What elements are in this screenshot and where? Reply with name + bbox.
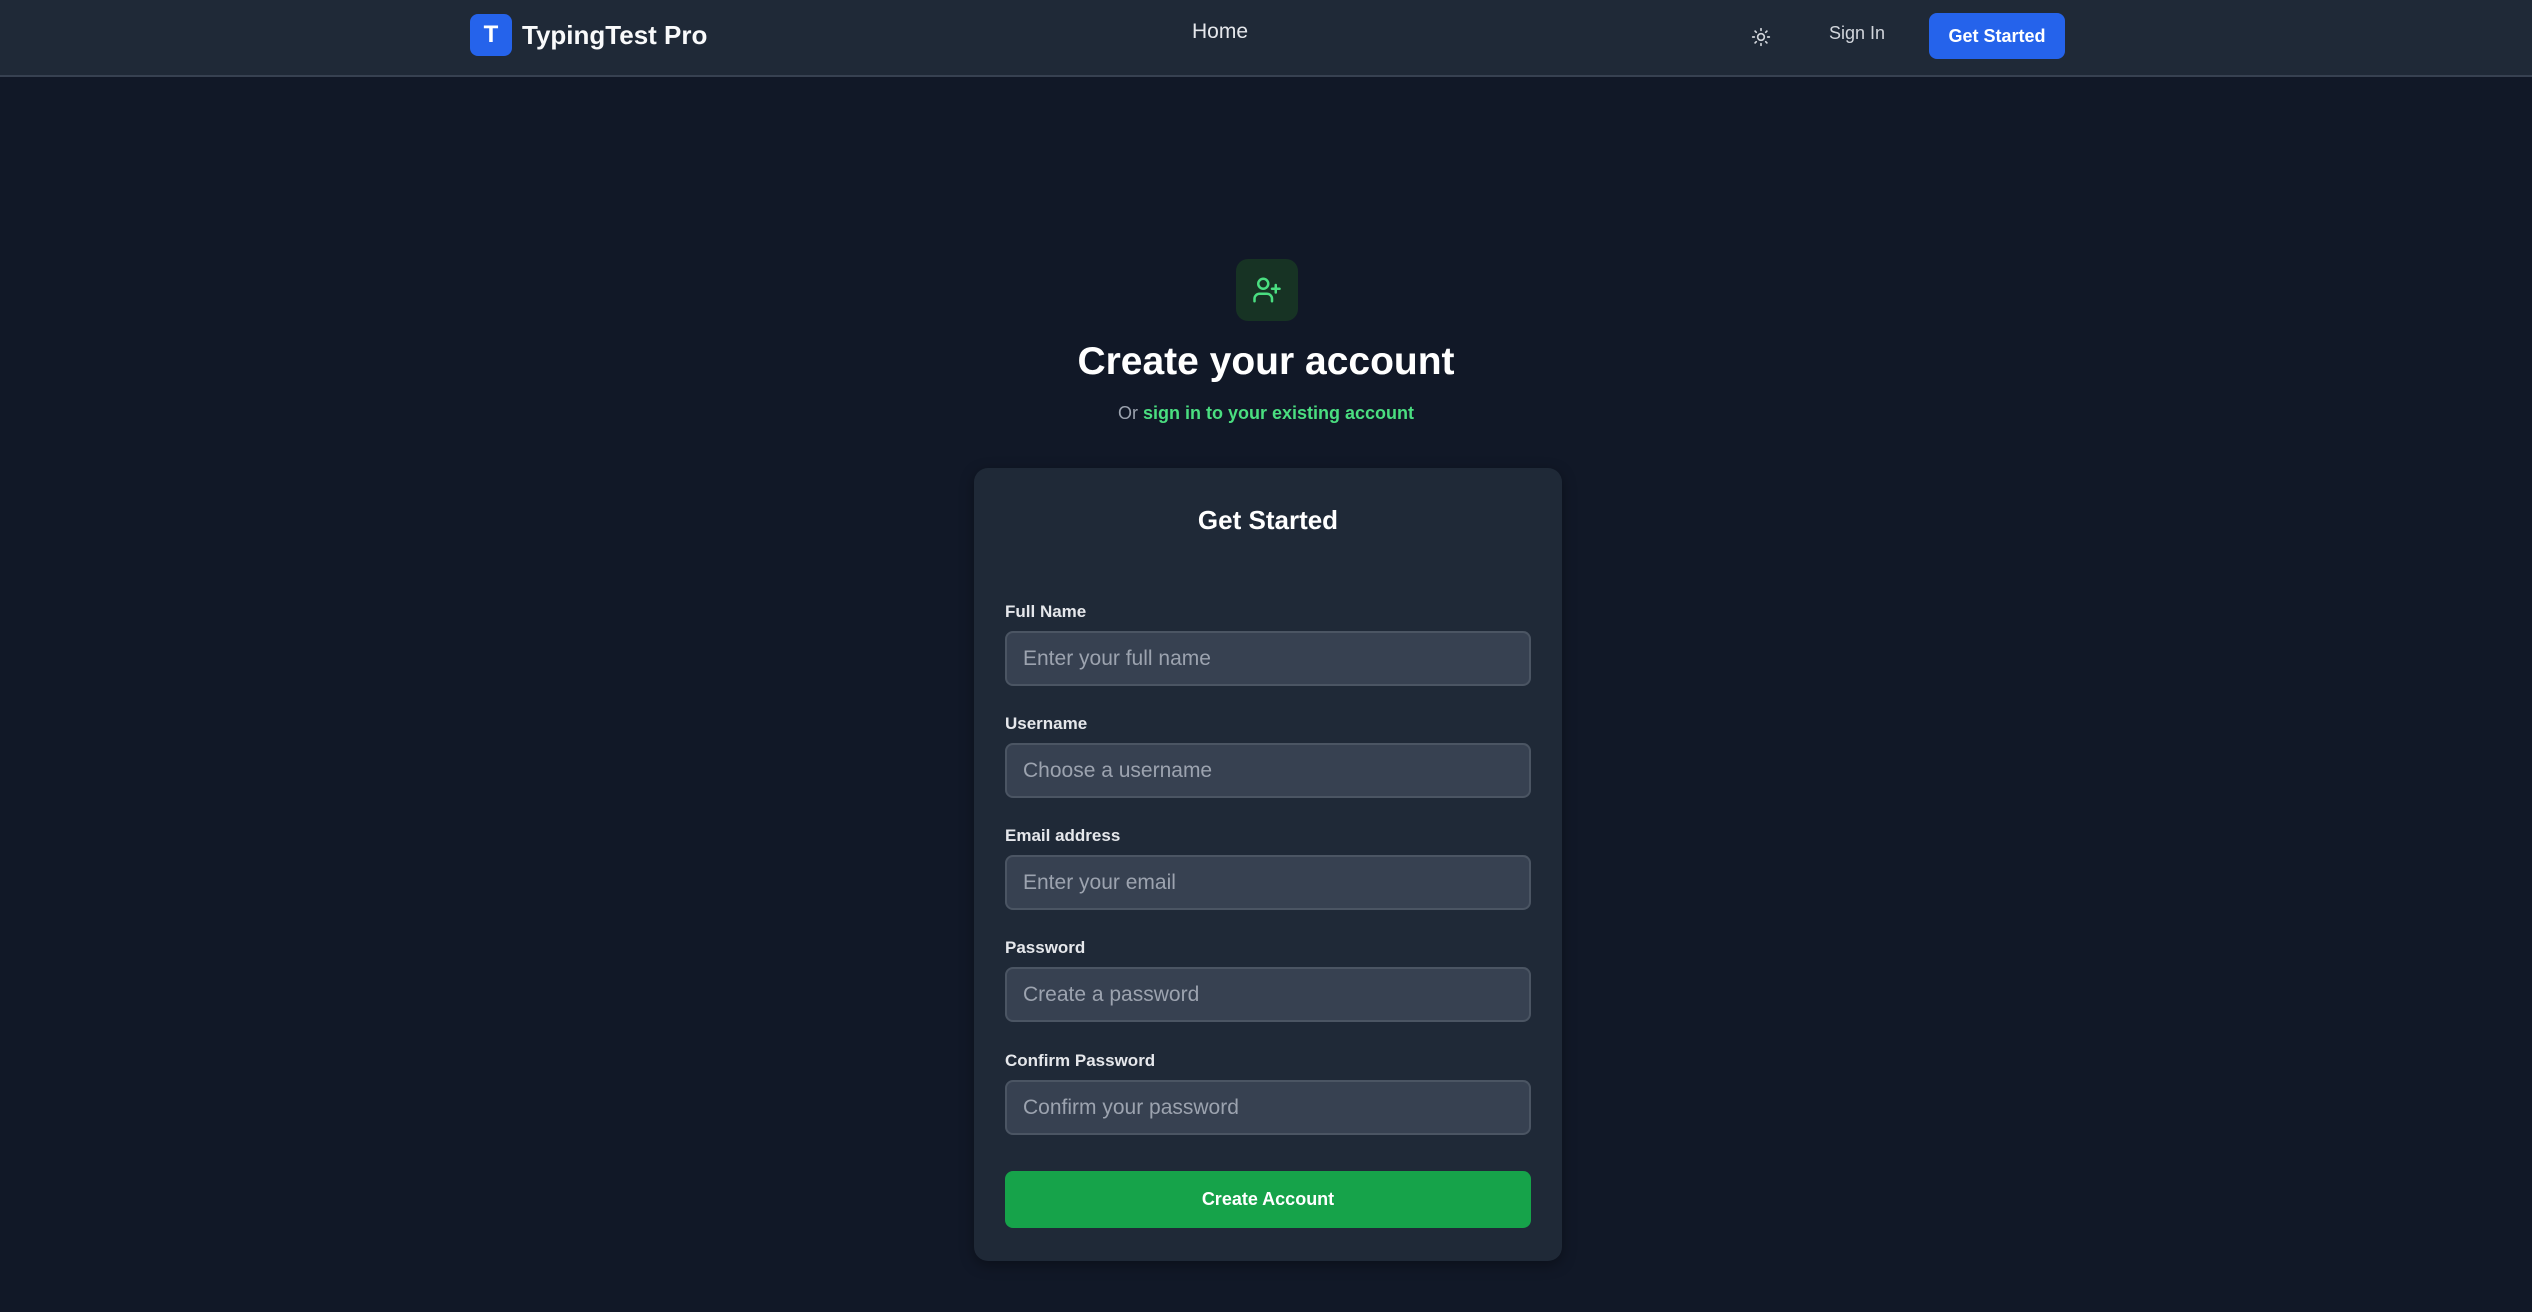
password-input[interactable]	[1005, 967, 1531, 1022]
sun-icon	[1751, 27, 1771, 47]
full-name-label: Full Name	[1005, 602, 1087, 621]
signin-existing-link[interactable]: sign in to your existing account	[1143, 403, 1414, 423]
nav-signin-link[interactable]: Sign In	[1829, 23, 1885, 44]
create-account-button[interactable]: Create Account	[1005, 1171, 1531, 1228]
nav-get-started-button[interactable]: Get Started	[1929, 13, 2065, 59]
theme-toggle-button[interactable]	[1746, 22, 1776, 52]
brand-name: TypingTest Pro	[522, 19, 708, 50]
signin-prompt-prefix: Or	[1117, 403, 1138, 423]
top-navbar: T TypingTest Pro Home Sign In Get Starte…	[0, 0, 2532, 77]
user-plus-icon	[1253, 277, 1281, 303]
confirm-password-input[interactable]	[1005, 1080, 1531, 1135]
hero-icon-badge	[1236, 259, 1298, 321]
email-input[interactable]	[1005, 855, 1531, 910]
signin-prompt: Or sign in to your existing account	[0, 403, 2532, 424]
card-title: Get Started	[1197, 505, 1339, 535]
username-input[interactable]	[1005, 743, 1531, 798]
brand-logo: T	[470, 14, 512, 56]
registration-card: Get Started Full Name Username Email add…	[974, 468, 1562, 1261]
password-label: Password	[1005, 938, 1086, 957]
page-title: Create your account	[1077, 340, 1455, 383]
nav-home-link[interactable]: Home	[1192, 20, 1248, 44]
brand-link[interactable]: T TypingTest Pro	[470, 14, 707, 56]
email-label: Email address	[1005, 826, 1121, 845]
username-label: Username	[1005, 714, 1088, 733]
full-name-input[interactable]	[1005, 631, 1531, 686]
confirm-password-label: Confirm Password	[1005, 1051, 1156, 1070]
